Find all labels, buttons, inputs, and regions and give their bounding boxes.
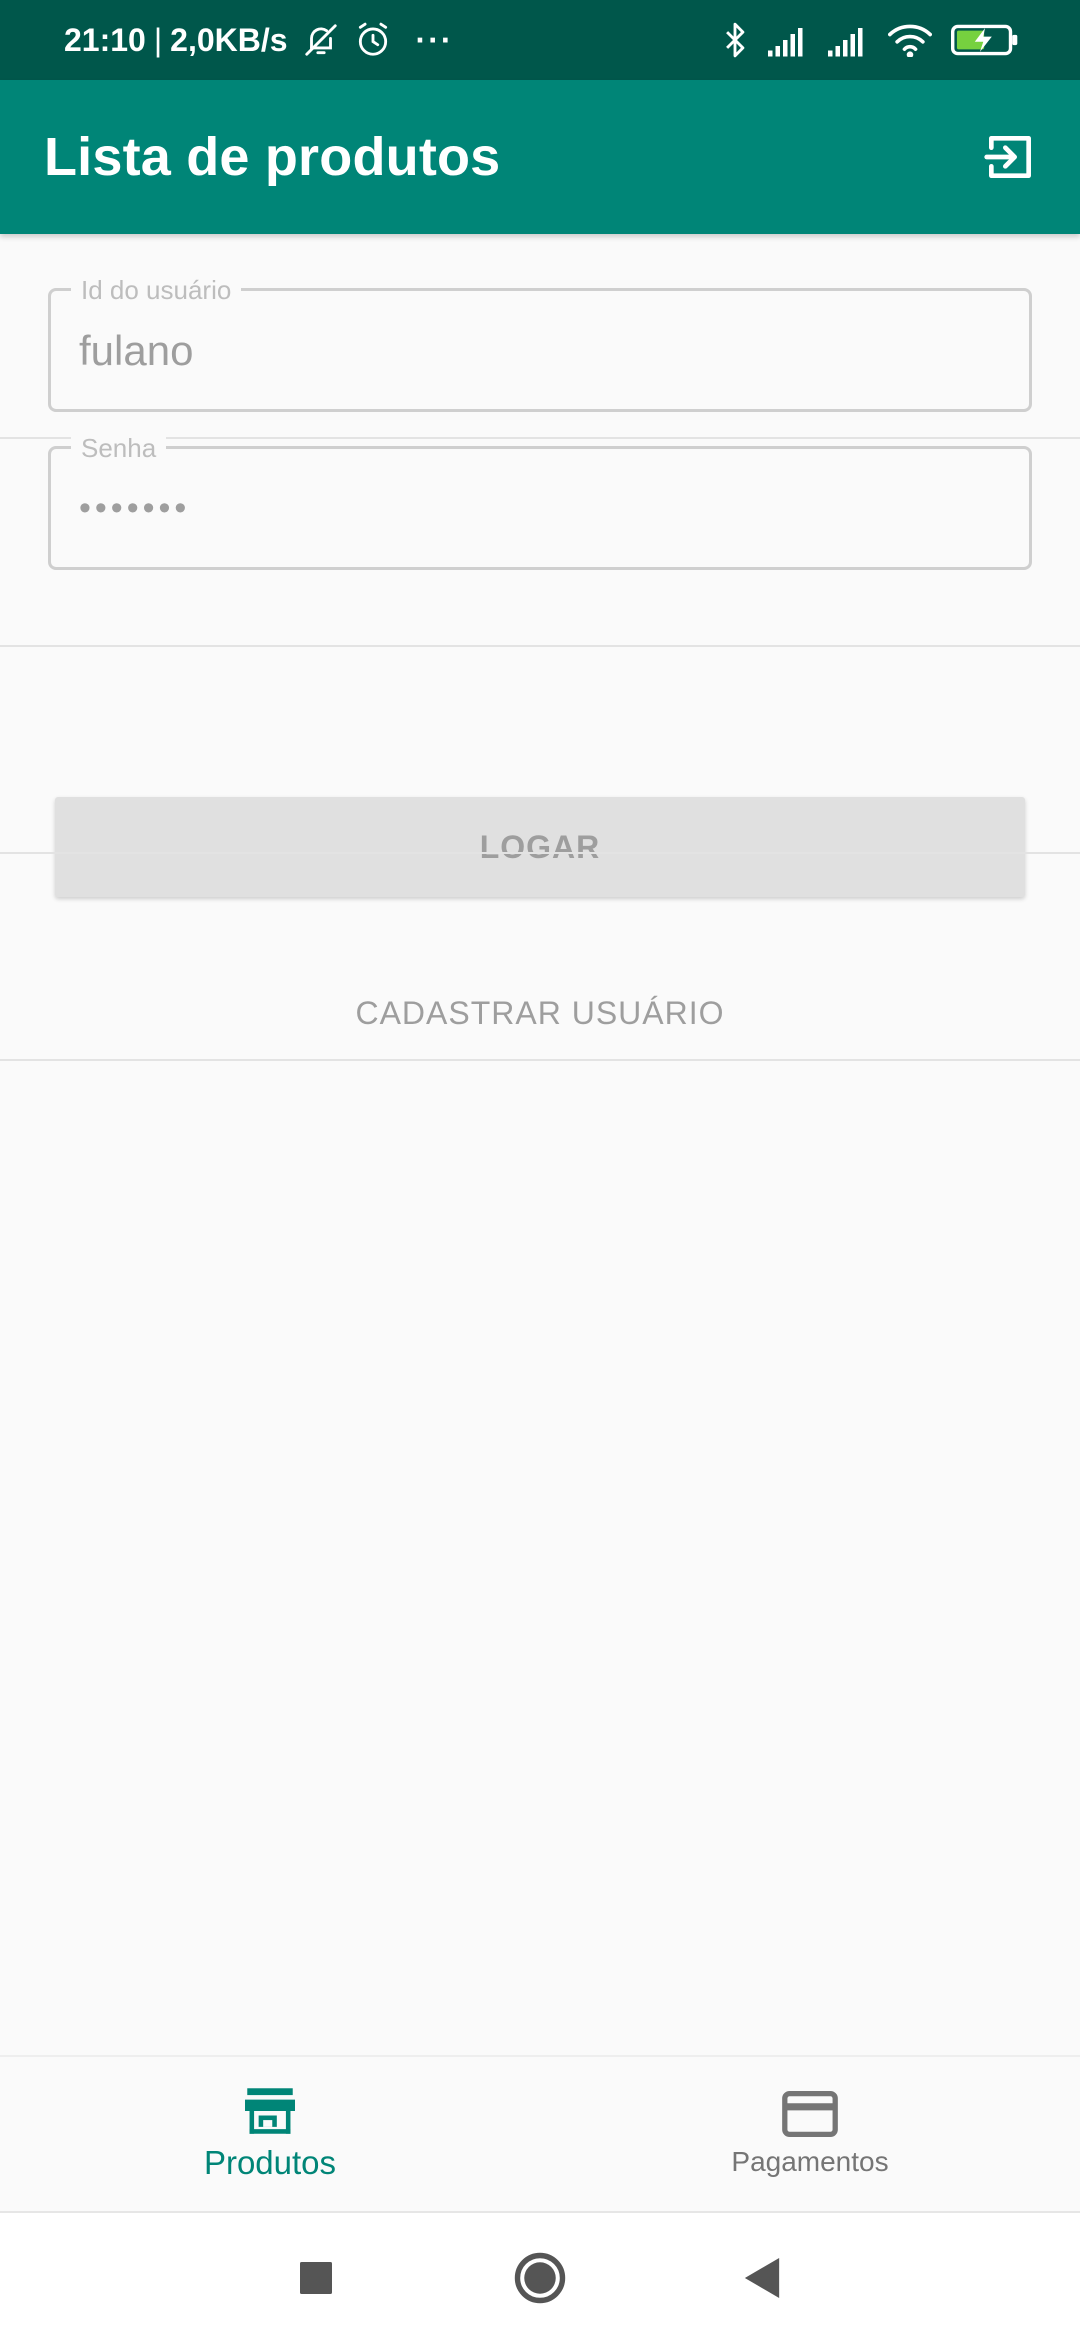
status-separator: | bbox=[153, 21, 163, 58]
signal-icon bbox=[768, 23, 810, 57]
more-indicator: ··· bbox=[415, 21, 454, 58]
alarm-icon bbox=[354, 21, 392, 59]
user-id-label: Id do usuário bbox=[71, 275, 242, 305]
back-triangle-icon bbox=[744, 2258, 780, 2298]
recents-square-icon bbox=[300, 2262, 332, 2294]
divider bbox=[0, 645, 1080, 647]
status-bar: 21:10 | 2,0KB/s ··· bbox=[0, 0, 1080, 80]
status-right bbox=[720, 21, 1020, 59]
home-button[interactable] bbox=[505, 2243, 575, 2313]
nav-label-pagamentos: Pagamentos bbox=[731, 2146, 889, 2177]
bell-off-icon bbox=[302, 21, 340, 59]
user-id-field[interactable]: Id do usuário fulano bbox=[48, 275, 1032, 412]
back-button[interactable] bbox=[727, 2243, 797, 2313]
divider bbox=[0, 852, 1080, 854]
password-label: Senha bbox=[71, 433, 167, 463]
logout-button[interactable] bbox=[978, 125, 1042, 189]
divider bbox=[0, 1059, 1080, 1061]
store-icon bbox=[245, 2088, 295, 2134]
page-title: Lista de produtos bbox=[44, 127, 501, 187]
bottom-navigation: Produtos Pagamentos bbox=[0, 2055, 1080, 2211]
nav-item-produtos[interactable]: Produtos bbox=[0, 2057, 540, 2211]
password-value: ••••••• bbox=[79, 489, 191, 527]
network-speed: 2,0KB/s bbox=[170, 21, 288, 58]
app-screen: 21:10 | 2,0KB/s ··· Lista de produtos Id… bbox=[0, 0, 1080, 2340]
nav-label-produtos: Produtos bbox=[203, 2144, 337, 2181]
home-circle-icon bbox=[514, 2252, 566, 2304]
wifi-icon bbox=[888, 23, 932, 57]
logout-icon bbox=[984, 136, 1031, 179]
register-user-button[interactable]: CADASTRAR USUÁRIO bbox=[0, 965, 1080, 1061]
nav-item-pagamentos[interactable]: Pagamentos bbox=[540, 2057, 1080, 2211]
system-navigation-bar bbox=[0, 2211, 1080, 2340]
password-field[interactable]: Senha ••••••• bbox=[48, 433, 1032, 570]
credit-card-icon bbox=[782, 2090, 838, 2138]
status-time: 21:10 bbox=[64, 21, 146, 58]
user-id-value: fulano bbox=[79, 327, 194, 374]
login-button[interactable]: LOGAR bbox=[55, 797, 1025, 897]
bluetooth-icon bbox=[720, 21, 750, 59]
recents-button[interactable] bbox=[281, 2243, 351, 2313]
signal-icon bbox=[828, 23, 870, 57]
app-bar: Lista de produtos bbox=[0, 80, 1080, 234]
status-left: 21:10 | 2,0KB/s ··· bbox=[64, 21, 454, 59]
battery-charging-icon bbox=[950, 23, 1020, 57]
